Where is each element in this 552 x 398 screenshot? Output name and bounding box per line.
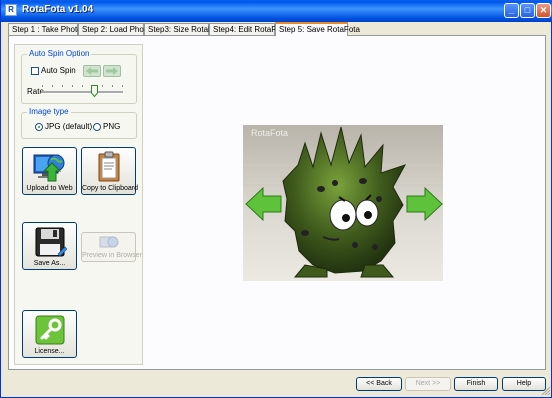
spin-left-button[interactable] — [83, 65, 101, 77]
png-radio-label: PNG — [103, 122, 121, 131]
auto-spin-checkbox[interactable] — [31, 67, 39, 75]
preview-image[interactable]: RotaFota — [243, 125, 443, 281]
copy-to-clipboard-button[interactable]: Copy to Clipboard — [81, 147, 139, 195]
preview-in-browser-label: Preview in Browser — [82, 252, 142, 259]
title-bar[interactable]: R RotaFota v1.04 _ □ ✕ — [1, 0, 552, 22]
slider-tick — [62, 85, 63, 87]
rotate-left-arrow-icon[interactable] — [245, 187, 283, 221]
slider-tick — [52, 85, 53, 87]
rate-slider-thumb[interactable] — [91, 85, 98, 97]
finish-button[interactable]: Finish — [454, 377, 498, 391]
png-radio[interactable] — [93, 123, 101, 131]
save-as-button[interactable]: Save As... — [22, 222, 77, 270]
license-label: License... — [34, 348, 65, 355]
upload-to-web-button[interactable]: Upload to Web — [22, 147, 77, 195]
jpg-radio-label: JPG (default) — [45, 122, 93, 131]
image-type-legend: Image type — [27, 107, 71, 116]
auto-spin-legend: Auto Spin Option — [27, 49, 92, 58]
maximize-button[interactable]: □ — [520, 3, 535, 18]
slider-tick — [72, 85, 73, 87]
floppy-disk-icon — [35, 227, 67, 257]
resize-grip-icon[interactable] — [539, 384, 551, 396]
options-panel: Auto Spin Option Auto Spin Rate Image ty… — [14, 44, 143, 365]
save-as-label: Save As... — [33, 260, 66, 267]
window-title: RotaFota v1.04 — [22, 4, 94, 15]
license-button[interactable]: License... — [22, 310, 77, 358]
watermark-text: RotaFota — [251, 128, 289, 138]
auto-spin-group: Auto Spin Option — [21, 49, 137, 104]
back-button[interactable]: << Back — [356, 377, 402, 391]
copy-to-clipboard-label: Copy to Clipboard — [82, 185, 139, 192]
rotate-right-arrow-icon[interactable] — [405, 187, 443, 221]
preview-in-browser-button[interactable]: Preview in Browser — [81, 232, 142, 262]
preview-globe-icon — [99, 236, 118, 248]
key-icon — [35, 315, 64, 345]
arrow-left-icon — [86, 67, 98, 75]
minimize-button[interactable]: _ — [504, 3, 519, 18]
slider-tick — [102, 85, 103, 87]
slider-tick — [82, 85, 83, 87]
tab-save-rotafota[interactable]: Step 5: Save RotaFota — [275, 22, 360, 36]
next-button[interactable]: Next >> — [405, 377, 451, 391]
app-icon: R — [5, 4, 17, 16]
app-window: R RotaFota v1.04 _ □ ✕ Step 1 : Take Pho… — [0, 0, 552, 398]
globe-upload-icon — [33, 154, 64, 182]
rate-slider-track — [41, 91, 123, 94]
arrow-right-icon — [106, 67, 118, 75]
upload-to-web-label: Upload to Web — [26, 185, 73, 192]
slider-tick — [42, 85, 43, 87]
jpg-radio[interactable] — [35, 123, 43, 131]
spin-right-button[interactable] — [103, 65, 121, 77]
auto-spin-label: Auto Spin — [41, 66, 76, 75]
slider-tick — [122, 85, 123, 87]
close-button[interactable]: ✕ — [536, 3, 551, 18]
slider-tick — [112, 85, 113, 87]
clipboard-icon — [98, 151, 119, 182]
